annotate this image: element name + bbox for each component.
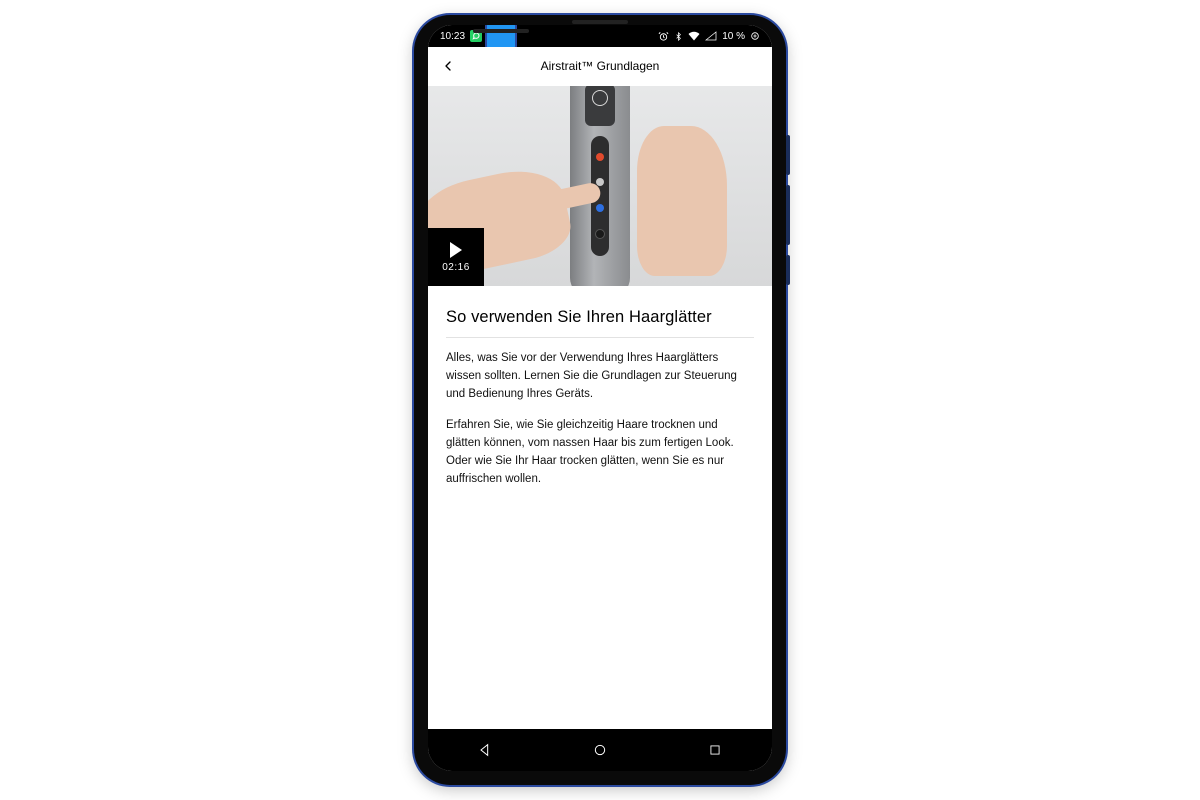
article-paragraph: Erfahren Sie, wie Sie gleichzeitig Haare… <box>446 417 754 488</box>
video-thumbnail[interactable]: 02:16 <box>428 86 772 286</box>
phone-app-icon <box>487 25 515 48</box>
status-bar-left: 10:23 <box>440 25 515 48</box>
divider <box>446 337 754 338</box>
play-button[interactable]: 02:16 <box>428 228 484 286</box>
status-time: 10:23 <box>440 31 465 42</box>
illustration-hand <box>637 126 727 276</box>
video-duration: 02:16 <box>442 262 470 273</box>
chevron-left-icon <box>440 58 456 74</box>
stage: 10:23 10 % <box>0 0 1200 800</box>
circle-home-icon <box>592 742 608 758</box>
illustration-dot <box>596 153 604 161</box>
battery-saver-icon <box>750 31 760 41</box>
illustration-dot <box>595 229 605 239</box>
article-heading: So verwenden Sie Ihren Haarglätter <box>446 308 754 327</box>
nav-back-button[interactable] <box>465 730 505 770</box>
status-bar: 10:23 10 % <box>428 25 772 47</box>
screen: 10:23 10 % <box>428 25 772 771</box>
phone-side-button <box>786 255 790 285</box>
wifi-icon <box>688 31 700 41</box>
square-recents-icon <box>708 743 722 757</box>
article-content: So verwenden Sie Ihren Haarglätter Alles… <box>428 286 772 729</box>
app-header: Airstrait™ Grundlagen <box>428 47 772 86</box>
triangle-back-icon <box>477 742 493 758</box>
alarm-icon <box>658 31 669 42</box>
illustration-dot <box>596 204 604 212</box>
battery-percent: 10 % <box>722 31 745 42</box>
signal-icon <box>705 31 717 41</box>
nav-recents-button[interactable] <box>695 730 735 770</box>
article-paragraph: Alles, was Sie vor der Verwendung Ihres … <box>446 350 754 403</box>
play-icon <box>450 242 462 258</box>
phone-side-button <box>786 135 790 175</box>
bluetooth-icon <box>674 31 683 42</box>
phone-frame: 10:23 10 % <box>414 15 786 785</box>
nav-home-button[interactable] <box>580 730 620 770</box>
status-bar-right: 10 % <box>658 31 760 42</box>
phone-side-button <box>786 185 790 245</box>
android-nav-bar <box>428 729 772 771</box>
page-title: Airstrait™ Grundlagen <box>541 59 660 73</box>
back-button[interactable] <box>436 54 460 78</box>
illustration-device-display <box>585 86 615 126</box>
